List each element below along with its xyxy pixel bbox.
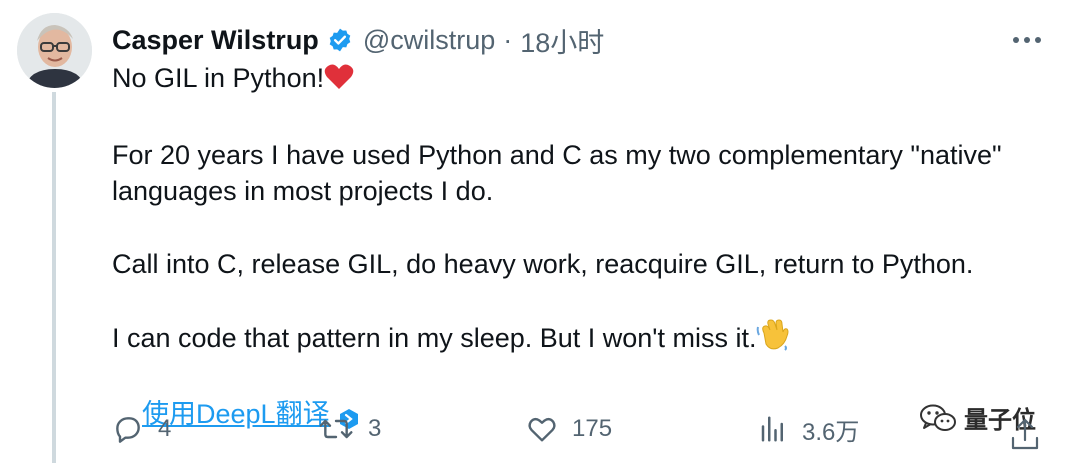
tweet-line-1: No GIL in Python!: [112, 60, 1052, 100]
tweet-line-5: I can code that pattern in my sleep. But…: [112, 319, 1052, 360]
views-icon: [761, 416, 783, 442]
share-button[interactable]: [1008, 414, 1042, 454]
tweet-line-2: For 20 years I have used Python and C as…: [112, 140, 1002, 170]
tweet-text-line: I can code that pattern in my sleep. But…: [112, 323, 757, 353]
wechat-icon: [920, 404, 956, 431]
heart-emoji-icon: [324, 63, 354, 100]
author-name[interactable]: Casper Wilstrup: [112, 25, 319, 56]
like-button[interactable]: 175: [526, 404, 612, 454]
tweet-line-3: languages in most projects I do.: [112, 176, 494, 206]
tweet-timestamp[interactable]: 18小时: [520, 21, 604, 60]
like-icon: [528, 417, 556, 442]
avatar-image: [17, 13, 92, 88]
retweet-count: 3: [368, 415, 382, 442]
reply-icon: [116, 417, 140, 443]
avatar[interactable]: [17, 13, 92, 88]
waving-hand-emoji-icon: [756, 319, 790, 360]
views-button[interactable]: 3.6万: [758, 404, 859, 454]
reply-count: 4: [158, 415, 172, 442]
more-button[interactable]: [1007, 22, 1047, 58]
retweet-icon: [319, 419, 353, 439]
views-count: 3.6万: [802, 418, 860, 446]
reply-button[interactable]: 4: [112, 404, 171, 454]
tweet-header: Casper Wilstrup @cwilstrup · 18小时: [112, 20, 604, 60]
more-icon: [1013, 37, 1041, 43]
tweet-text-line: No GIL in Python!: [112, 63, 325, 93]
verified-badge-icon: [327, 27, 353, 53]
thread-line: [52, 92, 56, 463]
tweet-line-4: Call into C, release GIL, do heavy work,…: [112, 249, 974, 279]
like-count: 175: [572, 415, 613, 442]
share-icon: [1011, 418, 1039, 450]
author-handle[interactable]: @cwilstrup: [363, 25, 495, 56]
separator-dot: ·: [503, 24, 513, 55]
retweet-button[interactable]: 3: [318, 404, 381, 454]
